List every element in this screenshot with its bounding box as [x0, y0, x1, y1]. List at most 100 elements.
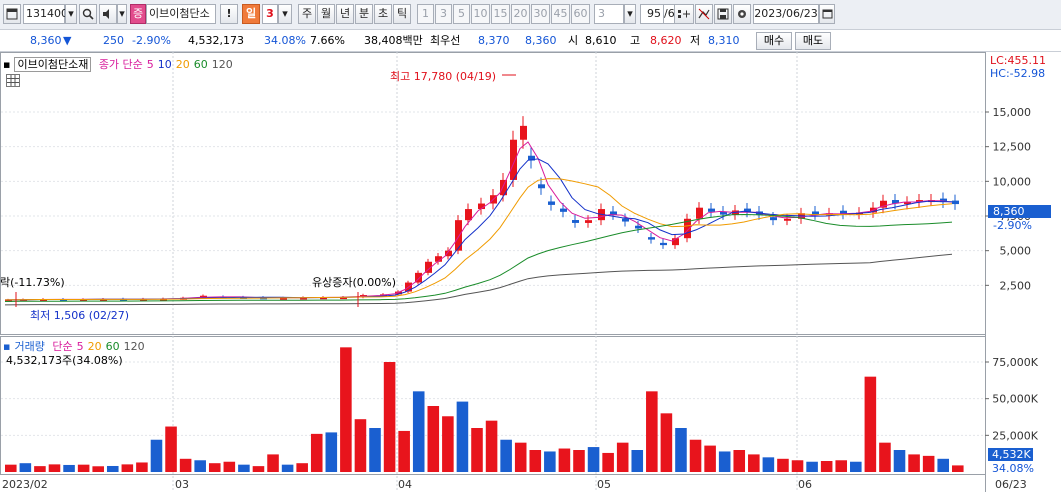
volume-bar [121, 464, 134, 472]
ma-label: 종가 단순 [98, 58, 143, 71]
ma-10-line [4, 158, 953, 301]
x-axis-label: 03 [175, 478, 189, 491]
minute-15-button[interactable]: 15 [491, 4, 510, 24]
stock-name: 이브이첨단소 [146, 4, 216, 24]
volume-bar [602, 452, 614, 472]
custom-minute-input[interactable]: 3 [594, 4, 624, 24]
volume-current-tag: 4,532K [992, 448, 1031, 461]
buy-button[interactable]: 매수 [756, 32, 792, 50]
market-badge: 증 [130, 4, 146, 24]
candle-body [622, 218, 629, 222]
bar-count-input[interactable]: 95 [640, 4, 664, 24]
x-axis-label: 06/23 [995, 478, 1027, 491]
ma-10-label: 10 [157, 58, 172, 71]
minute-3-button[interactable]: 3 [435, 4, 452, 24]
minute-10-button[interactable]: 10 [471, 4, 490, 24]
volume-bar [340, 347, 352, 472]
x-axis-label: 2023/02 [2, 478, 48, 491]
minute-30-button[interactable]: 30 [531, 4, 550, 24]
stock-chart[interactable]: 15,00012,50010,0007,5005,0002,50075,000K… [0, 52, 1061, 501]
volume-bar [150, 439, 163, 472]
volume-bar [514, 442, 527, 472]
candle-body [548, 201, 555, 205]
minute-45-button[interactable]: 45 [551, 4, 570, 24]
volume-bar [442, 416, 454, 472]
gear-icon[interactable] [733, 4, 751, 24]
period-month-button[interactable]: 월 [317, 4, 335, 24]
volume-bar [252, 466, 265, 472]
volume-bar [616, 442, 629, 472]
stock-code-input[interactable]: 131400 [23, 4, 68, 24]
save-icon[interactable] [714, 4, 732, 24]
candle-body [585, 220, 592, 223]
volume-bar [675, 428, 687, 472]
speaker-dropdown-icon[interactable]: ▾ [117, 4, 127, 24]
volume-bar [704, 445, 716, 472]
period-week-button[interactable]: 주 [298, 4, 316, 24]
volume-bar [427, 406, 440, 472]
current-price: 8,360 [30, 34, 62, 47]
candle-body [784, 218, 791, 221]
open-label: 시 [568, 34, 579, 47]
chart-tools-icon[interactable] [674, 4, 694, 24]
turnover-pct: 7.66% [310, 34, 345, 47]
candle-body [708, 208, 715, 212]
custom-minute-dropdown-icon[interactable]: ▾ [624, 4, 636, 24]
period-year-button[interactable]: 년 [336, 4, 354, 24]
low-price: 8,310 [708, 34, 740, 47]
candle-body [952, 200, 959, 205]
ma-60-label: 60 [193, 58, 208, 71]
date-input[interactable]: 2023/06/23 [753, 4, 819, 24]
best-ask: 8,370 [478, 34, 510, 47]
candle-body [510, 139, 517, 180]
minute-5-button[interactable]: 5 [453, 4, 470, 24]
period-day-button[interactable]: 일 [242, 4, 260, 24]
volume-bar [850, 461, 862, 472]
draw-tool-icon[interactable] [695, 4, 713, 24]
volume-bar [310, 433, 323, 472]
minute-60-button[interactable]: 60 [571, 4, 590, 24]
volume-bar [893, 450, 906, 472]
ma-120-line [4, 253, 953, 306]
period-tick-button[interactable]: 틱 [393, 4, 411, 24]
chart-canvas[interactable]: 15,00012,50010,0007,5005,0002,50075,000K… [0, 52, 1061, 501]
calendar-icon[interactable] [819, 4, 835, 24]
volume-bar [864, 376, 877, 472]
volume-bar [136, 462, 148, 472]
volume-bar [835, 460, 848, 472]
candle-body [572, 220, 579, 223]
low-label: 저 [690, 34, 701, 47]
candle-body [455, 220, 462, 251]
grid-toggle-icon[interactable] [6, 74, 20, 87]
price-legend: ▪ 이브이첨단소재 종가 단순 5 10 20 60 120 [3, 56, 237, 72]
x-axis-label: 06 [798, 478, 812, 491]
minute-1-button[interactable]: 1 [417, 4, 434, 24]
price-tick-label: 5,000 [1000, 245, 1032, 258]
period-minute-button[interactable]: 분 [355, 4, 373, 24]
speaker-icon[interactable] [99, 4, 117, 24]
period-dropdown-icon[interactable]: ▾ [278, 4, 292, 24]
search-icon[interactable] [79, 4, 97, 24]
volume-tick-label: 25,000K [992, 429, 1038, 442]
period-second-button[interactable]: 초 [374, 4, 392, 24]
info-button[interactable]: ! [220, 4, 238, 24]
volume-bar [908, 454, 920, 472]
volume-bar [544, 451, 556, 472]
volume-bar [631, 450, 644, 472]
volume-bar [412, 391, 425, 472]
volume-bar [165, 426, 177, 472]
sell-button[interactable]: 매도 [795, 32, 831, 50]
volume-bar [325, 432, 338, 472]
code-dropdown-icon[interactable]: ▾ [65, 4, 77, 24]
window-icon[interactable] [3, 4, 21, 24]
volume-bar [77, 464, 90, 472]
minute-20-button[interactable]: 20 [511, 4, 530, 24]
price-tick-label: 2,500 [1000, 279, 1032, 292]
volume-bar [383, 362, 396, 472]
volume-bar [19, 463, 32, 472]
candle-body [635, 225, 642, 229]
ma-5-label: 5 [146, 58, 154, 71]
period-value[interactable]: 3 [262, 4, 278, 24]
price-change-pct: -2.90% [132, 34, 171, 47]
volume-bar [718, 451, 731, 472]
